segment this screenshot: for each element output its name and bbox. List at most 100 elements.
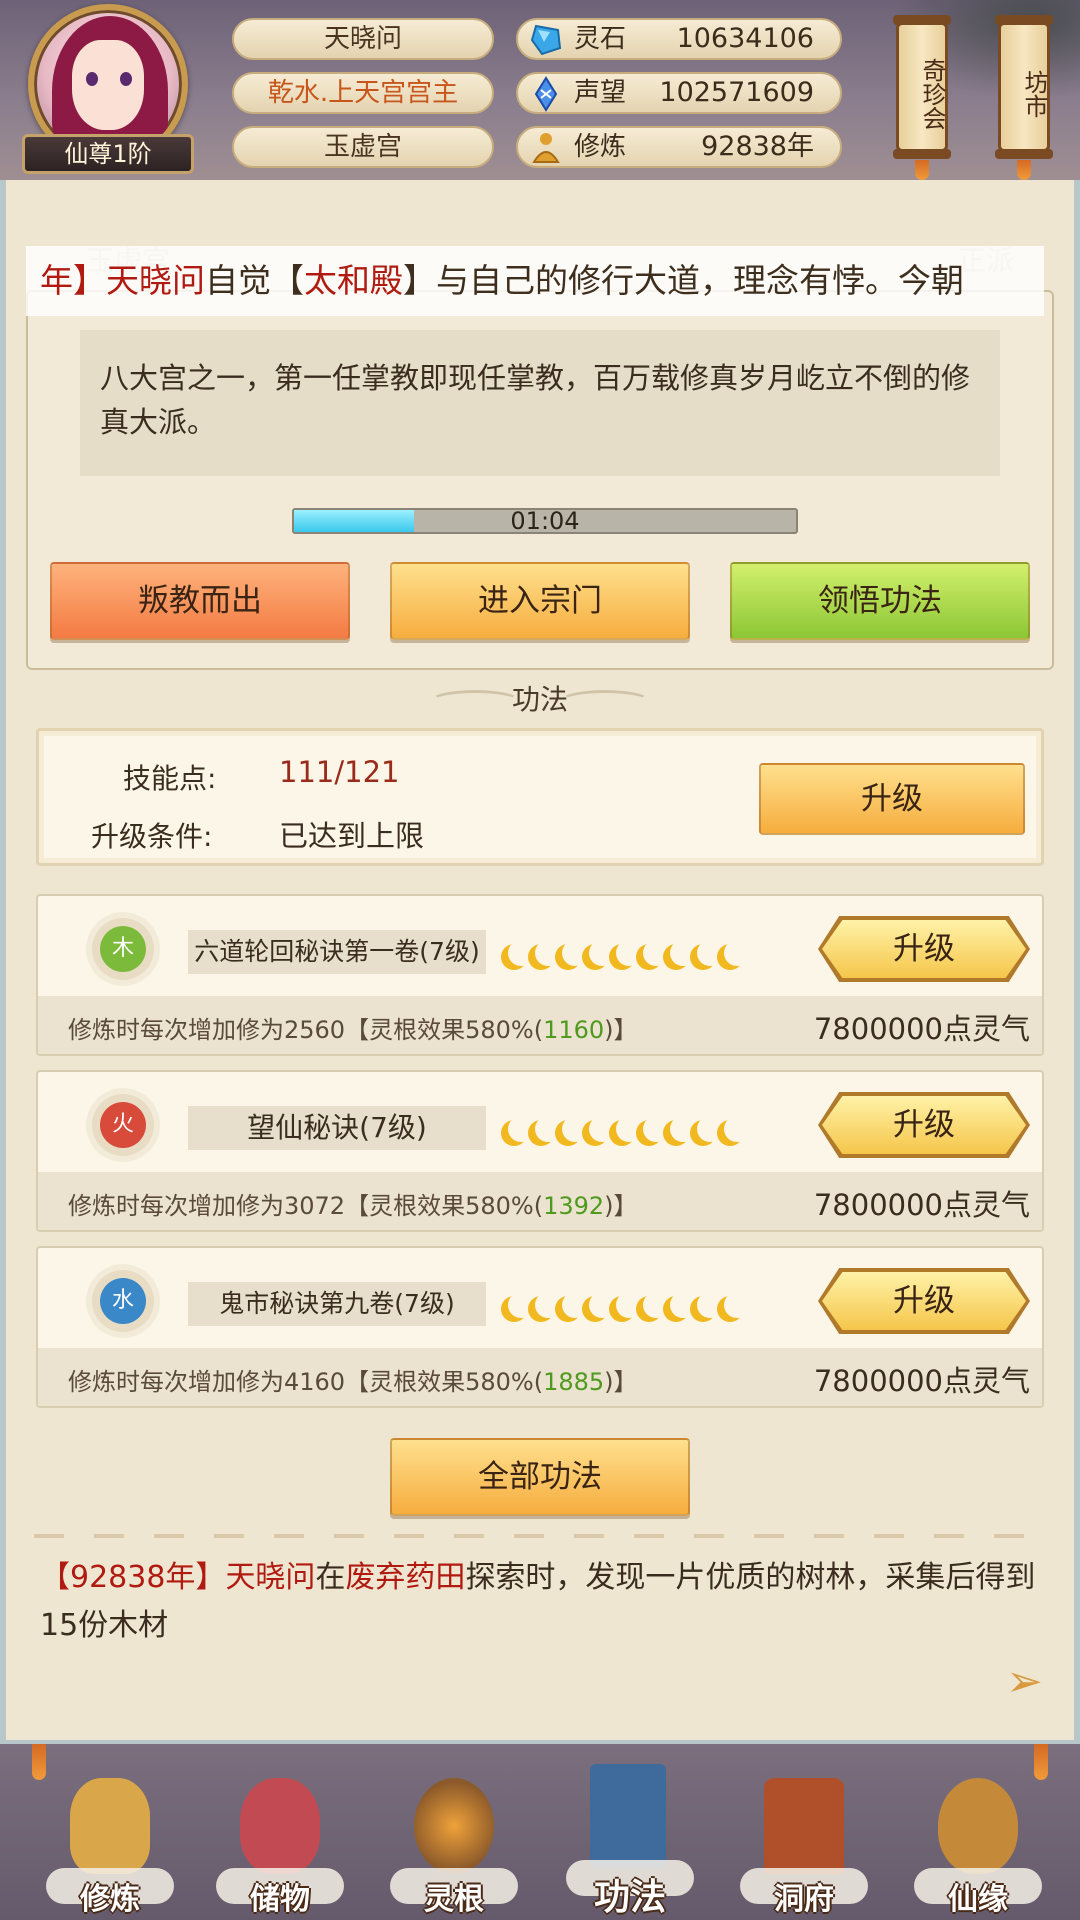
treasure-auction-button[interactable]: 奇珍会 [893, 15, 951, 159]
resource-spirit-stone: 灵石 10634106 [516, 18, 842, 60]
resource-label: 灵石 [574, 24, 627, 54]
effect-text: )】 [604, 1192, 638, 1220]
moon-icon [697, 1116, 723, 1142]
moon-icon [697, 1292, 723, 1318]
technique-upgrade-button[interactable]: 升级 [822, 1096, 1026, 1154]
technique-level-moons [498, 934, 738, 970]
moon-icon [724, 1116, 750, 1142]
technique-upgrade-button[interactable]: 升级 [822, 920, 1026, 978]
resource-cultivation: 修炼 92838年 [516, 126, 842, 168]
nav-cultivate[interactable]: 修炼 [40, 1770, 180, 1920]
tassel-decoration [915, 160, 929, 180]
nav-spirit-root[interactable]: 灵根 [384, 1770, 524, 1920]
technique-upgrade-button[interactable]: 升级 [822, 1272, 1026, 1330]
learn-technique-button[interactable]: 领悟功法 [730, 562, 1030, 640]
effect-text: 修炼时每次增加修为4160【灵根效果580%( [68, 1368, 544, 1396]
skill-upgrade-button[interactable]: 升级 [759, 763, 1025, 835]
fire-element-icon: 火 [100, 1102, 146, 1148]
marquee-text: 】与自己的修行大道，理念有悖。今朝 [403, 261, 964, 300]
skill-points-label: 技能点: [123, 762, 217, 795]
resource-prestige: 声望 102571609 [516, 72, 842, 114]
marquee-name: 天晓问 [106, 261, 205, 300]
sect-timer-bar: 01:04 [292, 508, 798, 534]
spirit-root-icon [414, 1778, 494, 1874]
ornamental-divider [34, 1534, 1044, 1538]
moon-icon [535, 940, 561, 966]
nav-label: 修炼 [80, 1882, 140, 1917]
leave-sect-button[interactable]: 叛教而出 [50, 562, 350, 640]
cultivate-icon [70, 1778, 150, 1874]
player-name: 天晓问 [232, 18, 494, 60]
event-log: 【92838年】天晓问在废弃药田探索时，发现一片优质的树林，采集后得到15份木材 [40, 1554, 1040, 1650]
skill-points-value: 111/121 [279, 755, 400, 789]
moon-icon [508, 1292, 534, 1318]
technique-cost: 7800000点灵气 [813, 1188, 1030, 1222]
enter-sect-button[interactable]: 进入宗门 [390, 562, 690, 640]
moon-icon [616, 940, 642, 966]
moon-icon [670, 1116, 696, 1142]
technique-level-moons [498, 1286, 738, 1322]
avatar-eye-left [86, 72, 98, 86]
marquee-hall: 太和殿 [304, 261, 403, 300]
moon-icon [508, 1116, 534, 1142]
upgrade-condition-label: 升级条件: [91, 820, 213, 853]
moon-icon [589, 1116, 615, 1142]
nav-label: 储物 [250, 1882, 310, 1917]
nav-label: 灵根 [424, 1882, 484, 1917]
nav-label: 仙缘 [948, 1882, 1008, 1917]
resource-value: 102571609 [659, 77, 814, 108]
moon-icon [643, 1292, 669, 1318]
upgrade-condition-value: 已达到上限 [279, 819, 425, 853]
moon-icon [562, 1292, 588, 1318]
storage-bag-icon [240, 1778, 320, 1874]
water-element-icon: 水 [100, 1278, 146, 1324]
effect-text: 修炼时每次增加修为3072【灵根效果580%( [68, 1192, 544, 1220]
log-name: 天晓问 [225, 1560, 316, 1595]
moon-icon [643, 940, 669, 966]
technique-card: 火 望仙秘诀(7级) 升级 修炼时每次增加修为3072【灵根效果580%(139… [36, 1070, 1044, 1232]
effect-text: )】 [604, 1016, 638, 1044]
prestige-crystal-icon [534, 76, 558, 112]
technique-effect: 修炼时每次增加修为4160【灵根效果580%(1885)】 [68, 1362, 638, 1397]
marquee-text: 年】 [40, 261, 106, 300]
resource-value: 92838年 [701, 131, 814, 162]
moon-icon [670, 1292, 696, 1318]
moon-icon [643, 1116, 669, 1142]
effect-bonus: 1160 [543, 1016, 605, 1044]
effect-text: 修炼时每次增加修为2560【灵根效果580%( [68, 1016, 544, 1044]
next-arrow-icon[interactable]: ➢ [1006, 1660, 1050, 1704]
rank-badge: 仙尊1阶 [22, 134, 194, 174]
moon-icon [724, 940, 750, 966]
avatar-face [72, 40, 144, 130]
moon-icon [616, 1116, 642, 1142]
marquee-text: 自觉【 [205, 261, 304, 300]
avatar-eye-right [120, 72, 132, 86]
technique-effect: 修炼时每次增加修为3072【灵根效果580%(1392)】 [68, 1186, 638, 1221]
nav-storage[interactable]: 储物 [210, 1770, 350, 1920]
tassel-decoration [1017, 160, 1031, 180]
technique-effect: 修炼时每次增加修为2560【灵根效果580%(1160)】 [68, 1010, 638, 1045]
moon-icon [616, 1292, 642, 1318]
nav-cave[interactable]: 洞府 [734, 1770, 874, 1920]
log-text: 在 [315, 1560, 346, 1595]
top-bar: 仙尊1阶 天晓问 乾水.上天宫宫主 玉虚宫 灵石 10634106 声望 102… [0, 0, 1080, 180]
resource-value: 10634106 [676, 23, 814, 54]
player-sect: 玉虚宫 [232, 126, 494, 168]
sect-description: 八大宫之一，第一任掌教即现任掌教，百万载修真岁月屹立不倒的修真大派。 [80, 330, 1000, 476]
technique-name: 望仙秘诀(7级) [188, 1106, 486, 1150]
effect-bonus: 1392 [543, 1192, 605, 1220]
sect-timer-text: 01:04 [510, 507, 580, 535]
cave-house-icon [764, 1778, 844, 1874]
news-marquee: 年】天晓问自觉【太和殿】与自己的修行大道，理念有悖。今朝 [26, 246, 1044, 316]
player-title: 乾水.上天宫宫主 [232, 72, 494, 114]
nav-fate[interactable]: 仙缘 [908, 1770, 1048, 1920]
technique-name: 六道轮回秘诀第一卷(7级) [188, 930, 486, 974]
technique-card: 木 六道轮回秘诀第一卷(7级) 升级 修炼时每次增加修为2560【灵根效果580… [36, 894, 1044, 1056]
market-button[interactable]: 坊市 [995, 15, 1053, 159]
effect-text: )】 [604, 1368, 638, 1396]
nav-technique[interactable]: 功法 [560, 1756, 700, 1918]
technique-level-moons [498, 1110, 738, 1146]
technique-book-icon [590, 1764, 666, 1868]
all-techniques-button[interactable]: 全部功法 [390, 1438, 690, 1516]
wood-element-icon: 木 [100, 926, 146, 972]
